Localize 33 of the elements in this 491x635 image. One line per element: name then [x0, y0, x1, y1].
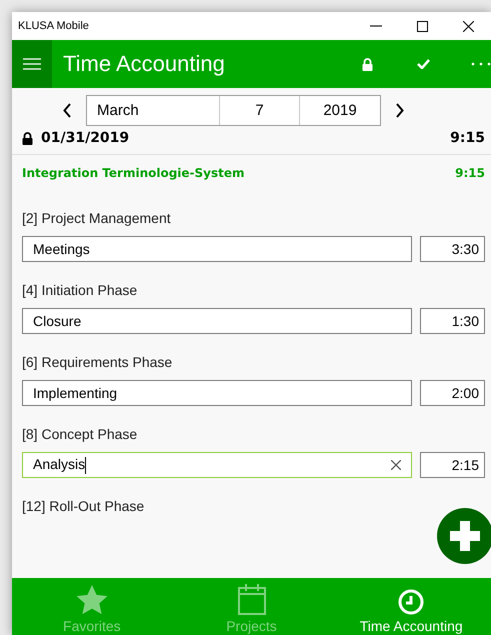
star-icon — [76, 585, 108, 615]
menu-button[interactable] — [12, 40, 52, 88]
phase-label: [2] Project Management — [22, 210, 172, 228]
activity-field[interactable]: Meetings — [22, 236, 412, 262]
phase-label: [8] Concept Phase — [22, 426, 138, 444]
activity-field[interactable]: Implementing — [22, 380, 412, 406]
checkmark-icon — [416, 59, 430, 69]
add-button[interactable] — [437, 508, 491, 564]
clear-icon[interactable] — [391, 460, 401, 470]
phase-label: [6] Requirements Phase — [22, 354, 174, 372]
summary-total: 9:15 — [450, 130, 485, 146]
phase-label: [12] Roll-Out Phase — [22, 498, 146, 516]
close-icon — [462, 20, 474, 32]
time-field[interactable]: 1:30 — [420, 308, 485, 334]
project-name: Integration Terminologie-System — [22, 166, 246, 180]
minimize-icon — [370, 25, 382, 27]
activity-field[interactable]: Analysis — [22, 452, 412, 478]
plus-icon — [448, 519, 482, 553]
time-field[interactable]: 2:15 — [420, 452, 485, 478]
time-field[interactable]: 3:30 — [420, 236, 485, 262]
summary-date: 01/31/2019 — [41, 130, 130, 146]
project-total: 9:15 — [455, 166, 485, 180]
activity-field[interactable]: Closure — [22, 308, 412, 334]
calendar-icon — [236, 583, 266, 615]
time-field[interactable]: 2:00 — [420, 380, 485, 406]
more-icon — [471, 62, 491, 66]
phase-label: [4] Initiation Phase — [22, 282, 138, 300]
menu-icon — [23, 58, 41, 70]
lock-icon — [362, 58, 372, 70]
window-title: KLUSA Mobile — [18, 20, 90, 32]
page-title: Time Accounting — [63, 51, 226, 77]
maximize-icon — [416, 20, 428, 32]
clock-icon — [398, 589, 424, 615]
